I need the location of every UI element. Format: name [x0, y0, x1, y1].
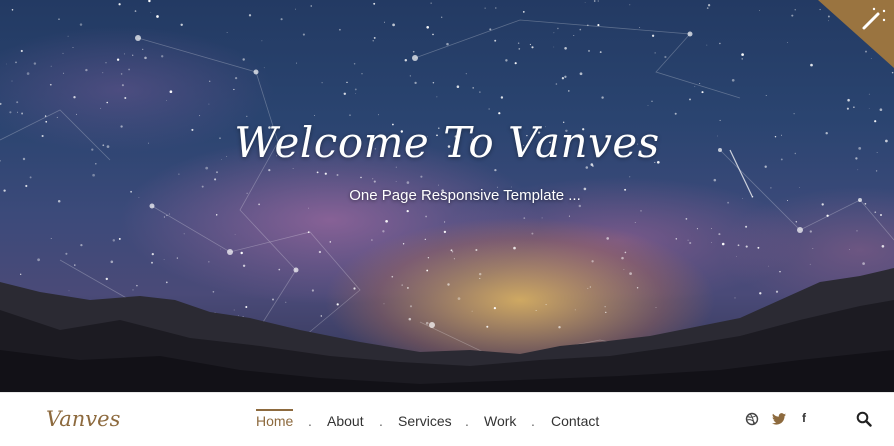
nav-separator: .	[531, 413, 535, 429]
nav-item-home[interactable]: Home	[256, 409, 294, 429]
settings-corner-badge[interactable]	[818, 0, 894, 68]
nav-separator: .	[308, 413, 312, 429]
nav-item-work[interactable]: Work	[484, 413, 516, 429]
nav-item-services[interactable]: Services	[398, 413, 452, 429]
nav-separator: .	[465, 413, 469, 429]
main-navbar: Vanves Home . About . Services . Work . …	[0, 392, 894, 445]
dribbble-icon[interactable]	[744, 411, 760, 427]
hero-subtitle: One Page Responsive Template ...	[349, 187, 581, 204]
search-icon[interactable]	[856, 411, 874, 429]
nav-item-contact[interactable]: Contact	[551, 413, 599, 429]
facebook-icon[interactable]: f	[796, 411, 812, 427]
nav-item-about[interactable]: About	[327, 413, 364, 429]
twitter-icon[interactable]	[771, 411, 787, 427]
hero-title: Welcome To Vanves	[234, 118, 660, 167]
brand-logo[interactable]: Vanves	[46, 407, 120, 431]
hero-banner: Welcome To Vanves One Page Responsive Te…	[0, 0, 894, 392]
nav-separator: .	[379, 413, 383, 429]
